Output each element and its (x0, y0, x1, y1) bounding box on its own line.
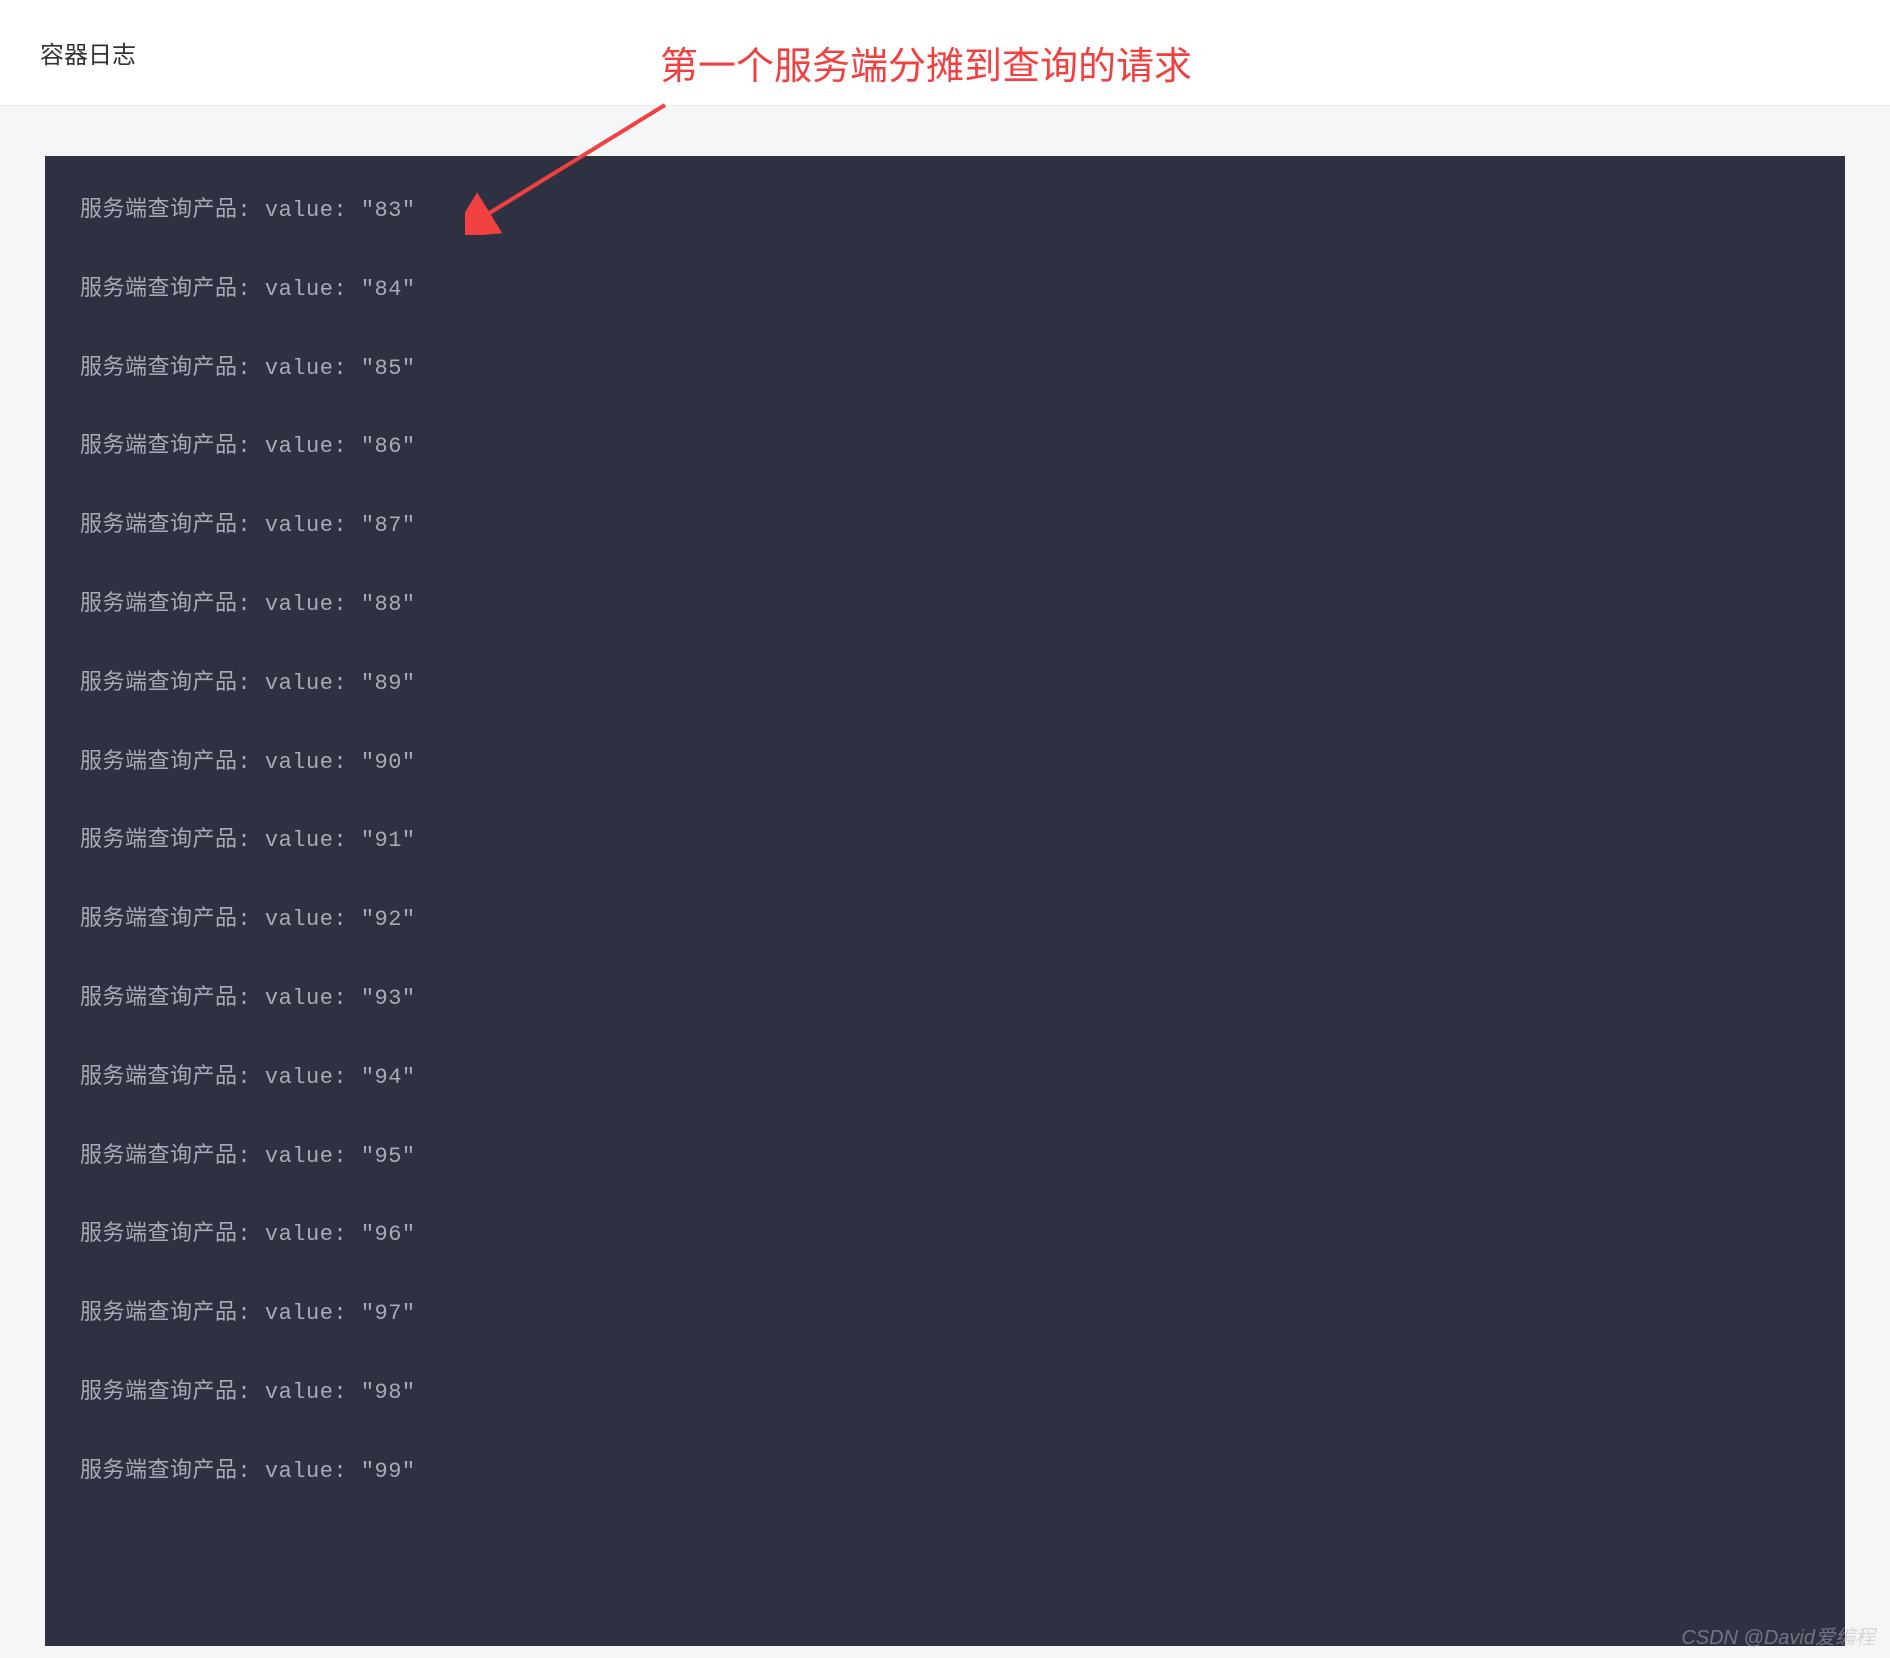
log-line: 服务端查询产品: value: "88" (80, 590, 1810, 621)
log-line: 服务端查询产品: value: "85" (80, 354, 1810, 385)
log-line: 服务端查询产品: value: "95" (80, 1142, 1810, 1173)
log-line: 服务端查询产品: value: "97" (80, 1299, 1810, 1330)
log-line: 服务端查询产品: value: "94" (80, 1063, 1810, 1094)
log-line: 服务端查询产品: value: "91" (80, 826, 1810, 857)
log-line: 服务端查询产品: value: "87" (80, 511, 1810, 542)
log-line: 服务端查询产品: value: "89" (80, 669, 1810, 700)
log-line: 服务端查询产品: value: "96" (80, 1220, 1810, 1251)
watermark: CSDN @David爱编程 (1681, 1621, 1875, 1650)
log-line: 服务端查询产品: value: "92" (80, 905, 1810, 936)
annotation-text: 第一个服务端分摊到查询的请求 (660, 35, 1192, 90)
log-line: 服务端查询产品: value: "84" (80, 275, 1810, 306)
annotation-arrow-icon (465, 95, 675, 235)
log-line: 服务端查询产品: value: "99" (80, 1457, 1810, 1488)
log-line: 服务端查询产品: value: "93" (80, 984, 1810, 1015)
log-panel[interactable]: 服务端查询产品: value: "83" 服务端查询产品: value: "84… (45, 156, 1845, 1646)
log-line: 服务端查询产品: value: "98" (80, 1378, 1810, 1409)
log-line: 服务端查询产品: value: "86" (80, 432, 1810, 463)
log-line: 服务端查询产品: value: "90" (80, 748, 1810, 779)
log-line: 服务端查询产品: value: "83" (80, 196, 1810, 227)
